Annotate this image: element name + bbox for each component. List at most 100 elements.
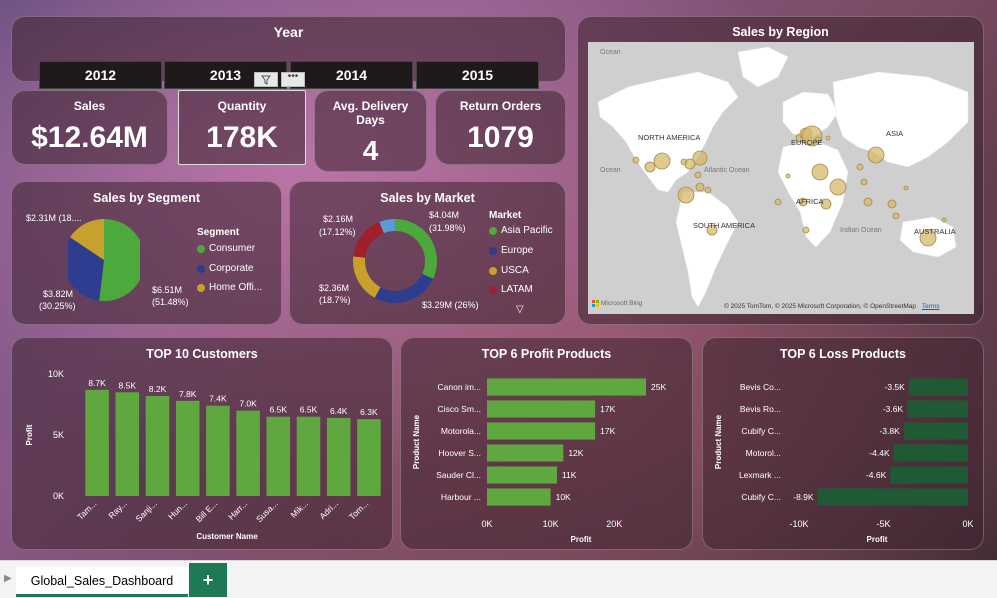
year-button-2014[interactable]: 2014: [290, 61, 413, 89]
product-bar[interactable]: [817, 488, 968, 506]
x-tick-label: Tam...: [75, 498, 98, 521]
product-bar[interactable]: [487, 400, 596, 418]
y-tick-label: Sauder Cl...: [436, 470, 481, 480]
y-tick-label: Motorola...: [441, 426, 481, 436]
bar-data-label: -4.4K: [869, 448, 890, 458]
segment-legend-corporate[interactable]: Corporate: [197, 263, 253, 274]
microsoft-logo-icon: [592, 300, 599, 307]
loss-products-card: TOP 6 Loss Products Bevis Co... -3.5K Bevi…: [702, 337, 984, 550]
bar-data-label: 17K: [600, 404, 615, 414]
market-label-apac-pct: (31.98%): [429, 223, 466, 233]
map-attribution: © 2025 TomTom, © 2025 Microsoft Corporat…: [724, 303, 940, 310]
map-label-indian: Indian Ocean: [840, 227, 882, 234]
kpi-delivery: Avg. Delivery Days 4: [314, 90, 427, 172]
market-donut[interactable]: [353, 219, 437, 303]
bar-data-label: 6.5K: [270, 405, 288, 415]
x-tick-label: 10K: [543, 519, 559, 529]
customer-bar[interactable]: [145, 395, 170, 496]
x-axis-title: Customer Name: [196, 532, 258, 541]
loss-products-chart[interactable]: Bevis Co... -3.5K Bevis Ro... -3.6K Cubify C…: [703, 338, 985, 551]
market-label-latam-value: $2.16M: [323, 214, 354, 224]
bar-data-label: 8.7K: [88, 378, 106, 388]
x-tick-label: -5K: [876, 519, 890, 529]
customer-bar[interactable]: [206, 405, 230, 496]
market-legend-latam[interactable]: LATAM: [489, 284, 533, 295]
y-tick-label: Bevis Co...: [740, 382, 781, 392]
kpi-returns-value: 1079: [467, 121, 534, 154]
kpi-delivery-label: Avg. Delivery Days: [332, 99, 409, 127]
segment-pie[interactable]: [68, 219, 140, 301]
bar-data-label: -3.5K: [885, 382, 906, 392]
product-bar[interactable]: [487, 378, 646, 396]
y-tick-label: Motorol...: [746, 448, 781, 458]
segment-legend-consumer[interactable]: Consumer: [197, 243, 255, 254]
product-bar[interactable]: [908, 378, 968, 396]
product-bar[interactable]: [890, 466, 968, 484]
x-tick-label: 0K: [481, 519, 492, 529]
market-legend-apac[interactable]: Asia Pacific: [489, 225, 553, 236]
customer-bar[interactable]: [175, 400, 200, 496]
profit-products-chart[interactable]: Canon im... 25K Cisco Sm... 17K Motorola... 1…: [401, 338, 694, 551]
product-bar[interactable]: [487, 466, 557, 484]
y-tick-label: 5K: [53, 430, 64, 440]
bar-data-label: -3.8K: [879, 426, 900, 436]
product-bar[interactable]: [487, 444, 564, 462]
tab-scroll-left-icon[interactable]: ▶: [4, 573, 12, 584]
product-bar[interactable]: [487, 488, 551, 506]
segment-legend-home-office[interactable]: Home Offi...: [197, 282, 262, 293]
kpi-returns: Return Orders 1079: [435, 90, 566, 165]
market-legend-usca[interactable]: USCA: [489, 265, 529, 276]
product-bar[interactable]: [487, 422, 596, 440]
customer-bar[interactable]: [326, 417, 351, 496]
kpi-quantity[interactable]: Quantity 178K: [178, 90, 306, 165]
segment-card: Sales by Segment $2.31M (18.... $3.82M (…: [11, 181, 282, 325]
y-tick-label: Lexmark ...: [739, 470, 781, 480]
sheet-tab-global-sales[interactable]: Global_Sales_Dashboard: [16, 567, 188, 597]
x-tick-label: Sanji...: [133, 498, 158, 523]
region-card: Sales by Region Ocean Ocean NORTH AMERIC…: [577, 16, 984, 325]
map-label-ocean-mid: Ocean: [600, 167, 621, 174]
bar-data-label: 7.4K: [209, 394, 227, 404]
customer-bar[interactable]: [115, 392, 140, 496]
x-tick-label: Ray...: [106, 498, 128, 520]
x-tick-label: Mik...: [288, 498, 309, 519]
year-button-2015[interactable]: 2015: [416, 61, 539, 89]
bar-data-label: 8.5K: [119, 380, 137, 390]
kpi-sales-value: $12.64M: [31, 121, 148, 154]
y-axis-title: Product Name: [412, 414, 421, 469]
map-label-atlantic: Atlantic Ocean: [704, 167, 750, 174]
top-customers-chart[interactable]: 0K 5K 10K 8.7K Tam... 8.5K Ray... 8.2K Sanji... 7…: [12, 338, 394, 551]
bar-data-label: 8.2K: [149, 384, 167, 394]
product-bar[interactable]: [907, 400, 968, 418]
x-tick-label: Susa...: [254, 498, 280, 524]
add-sheet-button[interactable]: +: [189, 563, 227, 597]
map-label-south-america: SOUTH AMERICA: [693, 221, 756, 230]
bar-data-label: 11K: [562, 470, 577, 480]
x-tick-label: Tom...: [347, 498, 370, 521]
customer-bar[interactable]: [266, 416, 291, 496]
segment-label-home: $2.31M (18....: [26, 213, 82, 223]
market-legend-europe[interactable]: Europe: [489, 245, 533, 256]
segment-label-consumer-pct: (51.48%): [152, 297, 189, 307]
customer-bar[interactable]: [357, 419, 381, 496]
y-tick-label: Bevis Ro...: [740, 404, 781, 414]
customer-bar[interactable]: [85, 389, 109, 496]
year-button-2012[interactable]: 2012: [39, 61, 162, 89]
map-label-europe: EUROPE: [791, 138, 823, 147]
product-bar[interactable]: [893, 444, 968, 462]
product-bar[interactable]: [903, 422, 968, 440]
map-terms-link[interactable]: Terms: [922, 303, 940, 310]
filter-icon[interactable]: [254, 72, 278, 87]
market-title: Sales by Market: [380, 191, 475, 205]
world-map[interactable]: [588, 42, 974, 314]
bar-data-label: 25K: [651, 382, 666, 392]
customer-bar[interactable]: [296, 416, 321, 496]
x-axis-title: Profit: [867, 535, 888, 544]
legend-scroll-down-icon[interactable]: ▽: [516, 304, 524, 315]
market-label-latam-pct: (17.12%): [319, 227, 356, 237]
bing-logo: Microsoft Bing: [592, 300, 642, 307]
more-options-icon[interactable]: •••: [281, 72, 305, 87]
x-tick-label: 20K: [606, 519, 622, 529]
bar-data-label: 6.5K: [300, 405, 318, 415]
customer-bar[interactable]: [236, 410, 260, 496]
